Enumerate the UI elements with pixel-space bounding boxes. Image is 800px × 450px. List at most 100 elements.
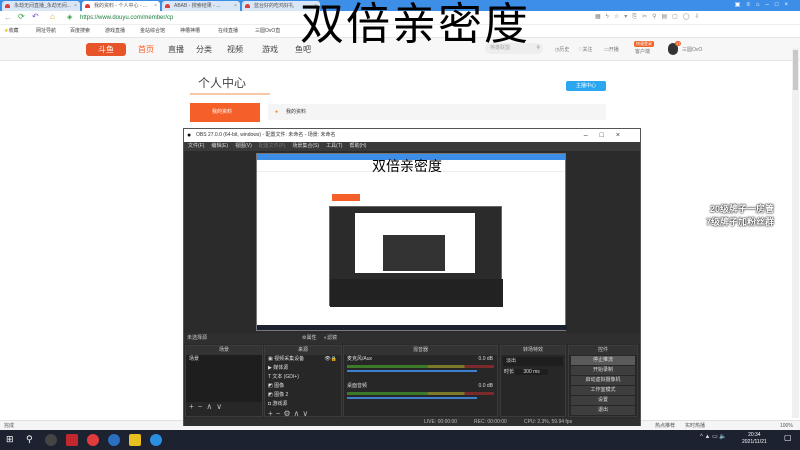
browser-taskbar-icon[interactable] (150, 434, 162, 446)
undo-icon[interactable]: ↶ (32, 12, 39, 21)
source-item[interactable]: ▶ 媒体源 (265, 364, 341, 373)
properties-button[interactable]: ⚙属性 (302, 333, 317, 344)
start-recording-button[interactable]: 开始录制 (571, 366, 635, 375)
history-link[interactable]: ◷历史 (555, 46, 569, 53)
scene-controls[interactable]: +−∧∨ (186, 402, 262, 411)
close-icon[interactable]: × (74, 1, 77, 11)
no-source-label: 未选择源 (187, 335, 208, 341)
refresh-icon[interactable]: ⟳ (18, 12, 25, 21)
username[interactable]: 三圆OvO (682, 46, 702, 53)
volume-slider[interactable] (347, 370, 477, 372)
scenes-dock: 场景 场景 +−∧∨ (185, 345, 263, 417)
volume-slider[interactable] (347, 397, 477, 399)
overlay-line: 20级牌子一房管 (710, 204, 775, 214)
obs-preview[interactable]: 双倍亲密度 (256, 153, 567, 331)
app-taskbar-icon[interactable] (108, 434, 120, 446)
nav-home[interactable]: 首页 (138, 44, 154, 55)
bookmark-item[interactable]: 金站综合馆 (140, 27, 165, 36)
broadcast-link[interactable]: ▭开播 (604, 46, 619, 53)
nav-games[interactable]: 游戏 (262, 44, 278, 55)
menu-help[interactable]: 帮助(H) (349, 143, 366, 149)
nav-video[interactable]: 视频 (227, 44, 243, 55)
back-icon[interactable]: ← (4, 13, 12, 22)
bookmark-item[interactable]: 游戏直播 (105, 27, 125, 36)
source-item[interactable]: ▣ 视频采集设备 👁🔒 (265, 355, 341, 364)
menu-scene-collection[interactable]: 场景集合(S) (292, 143, 319, 149)
menu-profile[interactable]: 配置文件(P) (259, 143, 286, 149)
overlay-line: 7级牌子加粉丝群 (706, 217, 775, 227)
toolbar-icons[interactable]: ▦ϟ☆▾⎘✂⚲▤▢◯⇩ (595, 13, 705, 21)
client-link[interactable]: 客户端 (635, 48, 650, 55)
taskbar: ⊞ ⚲ ^ ▲ ▭ 🔈 20:34 2021/11/21 ▢ (0, 430, 800, 450)
audio-meter (347, 392, 494, 395)
transition-select[interactable]: 淡出 (503, 357, 563, 366)
menu-edit[interactable]: 编辑(E) (211, 143, 228, 149)
bookmark-item[interactable]: 三圆OvO直 (255, 27, 280, 36)
rec-time: REC: 00:00:00 (474, 419, 507, 425)
mixer-channel-name: 麦克风/Aux 0.0 dB (347, 356, 493, 362)
overlay-side-text: 20级牌子一房管 7级牌子加粉丝群 (706, 203, 774, 229)
virtual-camera-button[interactable]: 启动虚拟摄像机 (571, 376, 635, 385)
source-item[interactable]: ◩ 图像 2 (265, 391, 341, 400)
douyu-favicon-icon (165, 4, 170, 8)
page-scrollbar[interactable] (792, 48, 799, 418)
source-item[interactable]: T 文本 (GDI+) (265, 373, 341, 382)
exit-button[interactable]: 退出 (571, 406, 635, 415)
search-icon[interactable]: ⚲ (536, 43, 540, 54)
douyu-logo[interactable]: 斗鱼 (86, 43, 126, 56)
tab-my-profile[interactable]: ● 我的资料 (268, 104, 606, 120)
menu-file[interactable]: 文件(F) (188, 143, 204, 149)
anchor-center-button[interactable]: 主播中心 (566, 81, 606, 91)
follow-link[interactable]: ♡关注 (578, 46, 593, 53)
close-icon[interactable]: × (234, 1, 237, 11)
obs-status-bar: LIVE: 00:00:00 REC: 00:00:00 CPU: 2.3%, … (184, 418, 640, 426)
window-controls[interactable]: ▣≡⌂–□× (735, 1, 794, 8)
dock-header: 控件 (569, 346, 637, 355)
stop-streaming-button[interactable]: 停止推流 (571, 356, 635, 365)
source-item[interactable]: ◘ 游戏源 (265, 400, 341, 409)
tab-label: 蓝台好的吃鸡好礼 (254, 3, 295, 9)
bookmark-item[interactable]: 百度搜索 (70, 27, 90, 36)
dock-header: 场景 (186, 346, 262, 355)
audio-meter (347, 365, 494, 368)
preview-overlay-title: 双倍亲密度 (372, 159, 442, 175)
browser-tab[interactable]: ABAB - 搜索结果 - ... × (162, 1, 240, 11)
app-taskbar-icon[interactable] (129, 434, 141, 446)
browser-tab[interactable]: 永劫无间直播_永劫无间... × (2, 1, 80, 11)
status-text: 完成 (4, 423, 15, 429)
duration-input[interactable]: 300 ms (515, 369, 548, 375)
scene-item[interactable]: 场景 (186, 355, 262, 364)
source-item[interactable]: ◩ 图像 (265, 382, 341, 391)
shield-icon: ◈ (67, 14, 73, 21)
filters-button[interactable]: ◐滤镜 (324, 333, 337, 344)
settings-button[interactable]: 设置 (571, 396, 635, 405)
obs-window-controls[interactable]: –□× (584, 129, 632, 142)
notification-icon[interactable]: ▢ (784, 433, 792, 442)
bookmark-item[interactable]: 在线直播 (218, 27, 238, 36)
windows-start-icon[interactable]: ⊞ (6, 434, 14, 445)
tray-icons[interactable]: ^ ▲ ▭ 🔈 (700, 433, 727, 440)
sidebar-item-my-profile[interactable]: 我的资料 (190, 103, 260, 122)
close-icon[interactable]: × (154, 1, 157, 11)
url-input[interactable]: https://www.douyu.com/member/cp (80, 13, 173, 23)
home-icon[interactable]: ⌂ (50, 12, 55, 21)
menu-view[interactable]: 视图(V) (235, 143, 252, 149)
bookmark-item[interactable]: ★收藏 (4, 27, 19, 36)
menu-tools[interactable]: 工具(T) (326, 143, 342, 149)
netease-taskbar-icon[interactable] (87, 434, 99, 446)
clock[interactable]: 20:34 2021/11/21 (742, 432, 767, 446)
bookmark-item[interactable]: 网址导航 (36, 27, 56, 36)
douyu-favicon-icon (85, 4, 90, 8)
source-controls[interactable]: +−⚙∧∨ (265, 409, 341, 418)
obs-window: ● OBS 27.0.0 (64-bit, windows) - 配置文件: 未… (183, 128, 641, 426)
nav-category[interactable]: 分类 (196, 44, 212, 55)
overlay-title: 双倍亲密度 (300, 0, 530, 50)
browser-tab[interactable]: 我的资料 - 个人中心 - ... × (82, 1, 160, 11)
obs-taskbar-icon[interactable] (45, 434, 57, 446)
app-taskbar-icon[interactable] (66, 434, 78, 446)
dock-header: 转场特效 (501, 346, 565, 355)
search-icon[interactable]: ⚲ (26, 434, 33, 445)
bookmark-item[interactable]: 神槽神槽 (180, 27, 200, 36)
studio-mode-button[interactable]: 工作室模式 (571, 386, 635, 395)
nav-live[interactable]: 直播 (168, 44, 184, 55)
